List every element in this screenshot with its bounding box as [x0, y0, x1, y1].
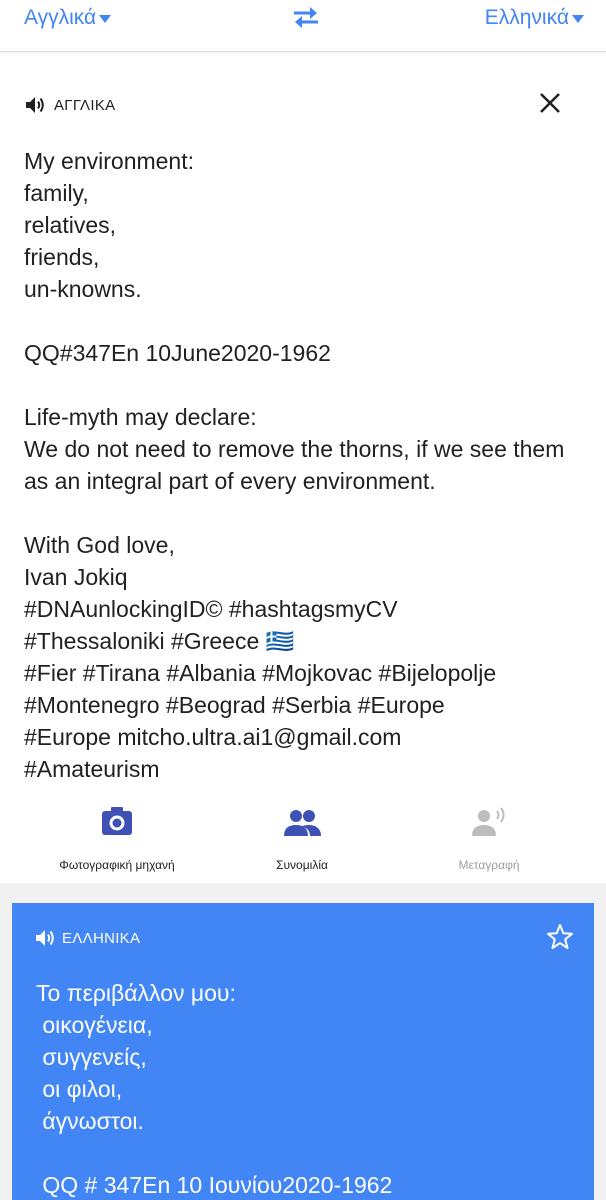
star-icon[interactable] [546, 923, 574, 951]
source-language-tag: ΑΓΓΛΙΚΑ [54, 96, 116, 114]
target-language-header: ΕΛΛΗΝΙΚΑ [34, 928, 140, 948]
input-tools: Φωτογραφική μηχανή Συνομιλία Μεταγραφή [0, 803, 606, 883]
camera-icon [102, 807, 132, 835]
speaker-icon[interactable] [24, 95, 46, 115]
conversation-button[interactable]: Συνομιλία [202, 803, 402, 872]
camera-label: Φωτογραφική μηχανή [59, 858, 175, 872]
target-language-label: Ελληνικά [484, 6, 569, 29]
speaker-icon[interactable] [34, 928, 56, 948]
source-card: ΑΓΓΛΙΚΑ My environment: family, relative… [0, 53, 606, 883]
translated-text: Το περιβάλλον μου: οικογένεια, συγγενείς… [36, 980, 393, 1198]
target-language-tag: ΕΛΛΗΝΙΚΑ [62, 929, 141, 947]
translation-card[interactable]: ΕΛΛΗΝΙΚΑ Το περιβάλλον μου: οικογένεια, … [12, 903, 594, 1200]
source-language-label: Αγγλικά [24, 6, 97, 29]
target-language-selector[interactable]: Ελληνικά [485, 6, 584, 30]
camera-button[interactable]: Φωτογραφική μηχανή [17, 803, 217, 872]
source-language-header: ΑΓΓΛΙΚΑ [24, 95, 115, 115]
language-bar: Αγγλικά Ελληνικά [0, 0, 606, 52]
transcribe-button[interactable]: Μεταγραφή [389, 803, 589, 872]
conversation-label: Συνομιλία [276, 858, 328, 872]
chevron-down-icon [572, 15, 584, 23]
swap-arrows-icon[interactable] [290, 4, 322, 30]
source-text[interactable]: My environment: family, relatives, frien… [24, 145, 594, 785]
conversation-icon [284, 810, 321, 836]
transcribe-icon [472, 807, 505, 836]
transcribe-label: Μεταγραφή [458, 858, 520, 872]
source-language-selector[interactable]: Αγγλικά [24, 6, 112, 30]
chevron-down-icon [99, 15, 112, 23]
close-icon[interactable] [538, 91, 562, 115]
